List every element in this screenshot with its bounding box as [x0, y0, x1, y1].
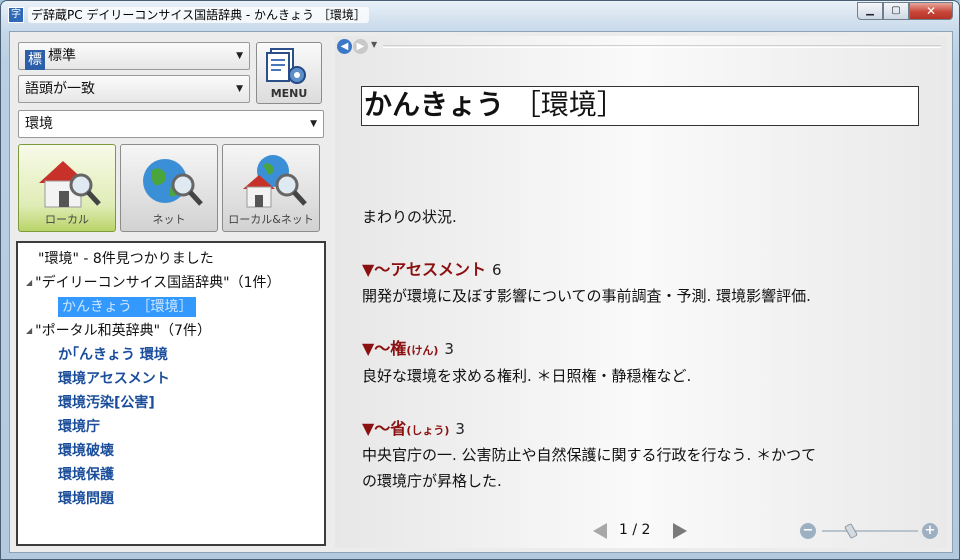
- subentry-text: 良好な環境を求める権利. ＊日照権・静穏権など.: [362, 367, 692, 385]
- entry-definition: まわりの状況.: [362, 208, 457, 226]
- menu-label: MENU: [270, 87, 308, 100]
- close-icon: ✕: [925, 4, 937, 18]
- page-indicator: 1 / 2: [619, 520, 650, 540]
- subentry-term-text: ▼～権: [362, 339, 407, 358]
- zoom-out-icon[interactable]: −: [800, 523, 816, 539]
- entry-panel: ◀ ▶ ▼ かんきょう ［環境］ まわりの状況. ▼～アセスメント 6 開発が環境…: [335, 36, 947, 548]
- history-nav: ◀ ▶ ▼: [335, 36, 947, 56]
- close-button[interactable]: ✕: [909, 2, 953, 20]
- history-dropdown-icon[interactable]: ▼: [371, 40, 377, 49]
- expand-triangle-icon[interactable]: ◢: [26, 278, 32, 287]
- chevron-down-icon: ▼: [236, 84, 243, 94]
- title-bar[interactable]: 字 デ辞蔵PC デイリーコンサイス国語辞典 - かんきょう ［環境］ ▁ ▢ ✕: [1, 1, 959, 29]
- page-navigator: 1 / 2: [593, 520, 693, 540]
- subentry-term-text: ▼～省: [362, 419, 407, 438]
- back-arrow-icon: ◀: [340, 41, 349, 52]
- page-separator: /: [632, 522, 638, 538]
- subentry-reading: (けん): [406, 344, 439, 357]
- results-tree[interactable]: "環境" - 8件見つかりました ◢ "デイリーコンサイス国語辞典"（1件） かん…: [16, 241, 326, 546]
- source-local-label: ローカル: [45, 213, 89, 226]
- forward-button[interactable]: ▶: [353, 39, 368, 54]
- headword-kanji: ［環境］: [512, 88, 625, 121]
- result-item[interactable]: 環境破壊: [18, 439, 324, 463]
- result-item[interactable]: 環境保護: [18, 463, 324, 487]
- menu-button[interactable]: MENU: [256, 42, 322, 104]
- result-item[interactable]: 環境汚染[公害]: [18, 391, 324, 415]
- result-group[interactable]: ◢ "デイリーコンサイス国語辞典"（1件）: [18, 271, 324, 295]
- entry-headword: かんきょう ［環境］: [361, 86, 919, 126]
- result-group-label: "ポータル和英辞典"（7件）: [35, 323, 211, 339]
- subentry-reading: (しょう): [406, 424, 450, 437]
- maximize-icon: ▢: [891, 5, 901, 16]
- source-local-button[interactable]: ローカル: [18, 144, 116, 232]
- standard-set-icon: 標: [25, 50, 45, 70]
- source-local-net-button[interactable]: ローカル&ネット: [222, 144, 320, 232]
- house-magnifier-icon: [39, 161, 101, 208]
- back-button[interactable]: ◀: [337, 39, 352, 54]
- subentry-term[interactable]: ▼～権(けん): [362, 339, 438, 358]
- results-summary: "環境" - 8件見つかりました: [38, 251, 214, 267]
- total-pages: 2: [641, 522, 651, 538]
- forward-arrow-icon: ▶: [356, 41, 365, 52]
- application-window: 字 デ辞蔵PC デイリーコンサイス国語辞典 - かんきょう ［環境］ ▁ ▢ ✕…: [0, 0, 960, 560]
- search-input[interactable]: 環境 ▼: [18, 110, 324, 138]
- previous-page-icon[interactable]: [593, 523, 607, 539]
- subentry-heading: ▼～省(しょう) 3: [362, 416, 465, 444]
- minimize-button[interactable]: ▁: [857, 2, 883, 20]
- zoom-slider-thumb[interactable]: [843, 522, 858, 540]
- result-item[interactable]: 環境庁: [18, 415, 324, 439]
- search-panel: 標標準 ▼ 語頭が一致 ▼ 環境 ▼ MENU ローカル ネット ローカル&ネッ…: [16, 38, 328, 546]
- match-mode-select[interactable]: 語頭が一致 ▼: [18, 75, 250, 103]
- result-group-label: "デイリーコンサイス国語辞典"（1件）: [35, 275, 281, 291]
- expand-triangle-icon[interactable]: ◢: [26, 326, 32, 335]
- result-item[interactable]: 環境アセスメント: [18, 367, 324, 391]
- subentry-term[interactable]: ▼～省(しょう): [362, 419, 449, 438]
- result-item-label: かんきょう ［環境］: [58, 297, 197, 317]
- subentry-number: 3: [444, 340, 454, 358]
- source-local-net-label: ローカル&ネット: [228, 213, 314, 226]
- dictionary-set-select[interactable]: 標標準 ▼: [18, 42, 250, 70]
- subentry-heading: ▼～アセスメント 6: [362, 257, 502, 283]
- source-net-button[interactable]: ネット: [120, 144, 218, 232]
- source-net-label: ネット: [152, 213, 186, 226]
- chevron-down-icon: ▼: [236, 51, 243, 61]
- minimize-icon: ▁: [866, 5, 874, 16]
- match-mode-value: 語頭が一致: [25, 81, 95, 97]
- subentry-text: の環境庁が昇格した.: [362, 472, 502, 490]
- result-group[interactable]: ◢ "ポータル和英辞典"（7件）: [18, 319, 324, 343]
- zoom-track[interactable]: [822, 530, 918, 532]
- chevron-down-icon: ▼: [310, 119, 317, 129]
- dictionary-app-icon[interactable]: 字: [8, 7, 24, 23]
- zoom-in-icon[interactable]: +: [922, 523, 938, 539]
- result-item[interactable]: 環境問題: [18, 487, 324, 511]
- house-globe-magnifier-icon: [243, 155, 307, 208]
- subentry-text: 中央官庁の一. 公害防止や自然保護に関する行政を行なう. ＊かつて: [362, 446, 817, 464]
- window-title: デ辞蔵PC デイリーコンサイス国語辞典 - かんきょう ［環境］: [28, 7, 369, 23]
- menu-document-gear-icon: [266, 48, 306, 84]
- nav-divider: [383, 45, 941, 48]
- headword-kana: かんきょう: [364, 88, 505, 121]
- maximize-button[interactable]: ▢: [883, 2, 909, 20]
- client-area: 標標準 ▼ 語頭が一致 ▼ 環境 ▼ MENU ローカル ネット ローカル&ネッ…: [9, 31, 953, 553]
- zoom-control: − +: [800, 522, 940, 540]
- subentry-term[interactable]: ▼～アセスメント: [362, 260, 486, 279]
- subentry-number: 6: [492, 261, 502, 279]
- current-page: 1: [619, 522, 628, 538]
- subentry-number: 3: [455, 420, 465, 438]
- search-query: 環境: [25, 116, 53, 132]
- next-page-icon[interactable]: [673, 523, 687, 539]
- result-item[interactable]: か｢んきょう 環境: [18, 343, 324, 367]
- subentry-text: 開発が環境に及ぼす影響についての事前調査・予測. 環境影響評価.: [362, 287, 811, 305]
- dictionary-set-value: 標準: [48, 48, 76, 64]
- globe-magnifier-icon: [143, 159, 203, 206]
- subentry-heading: ▼～権(けん) 3: [362, 336, 454, 364]
- result-item[interactable]: かんきょう ［環境］: [18, 295, 324, 319]
